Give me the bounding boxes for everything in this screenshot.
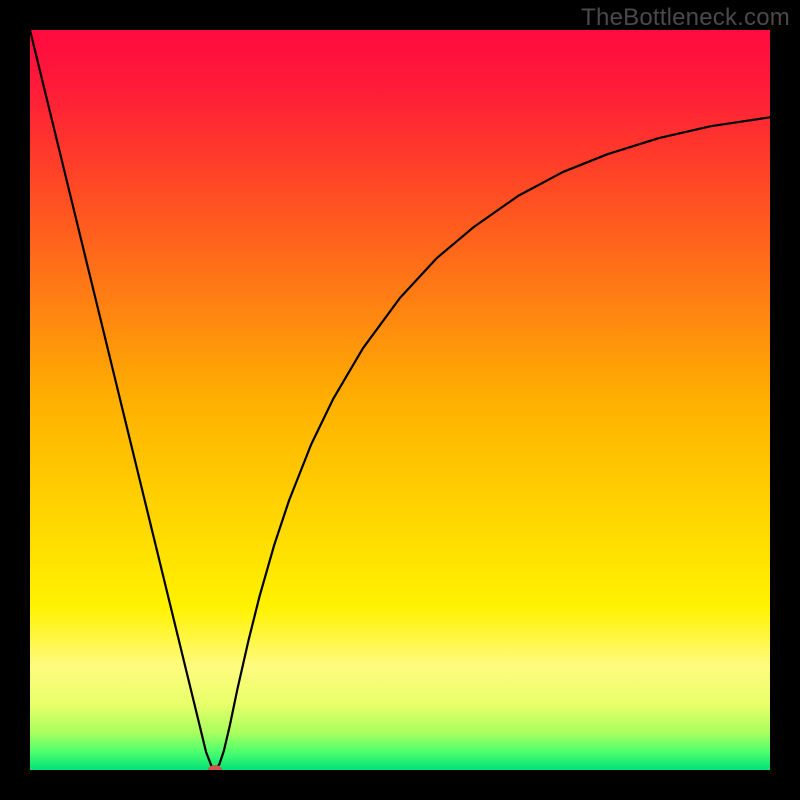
bottleneck-chart <box>30 30 770 770</box>
chart-frame: TheBottleneck.com <box>0 0 800 800</box>
gradient-background <box>30 30 770 770</box>
plot-area <box>30 30 770 770</box>
watermark-text: TheBottleneck.com <box>581 4 790 32</box>
